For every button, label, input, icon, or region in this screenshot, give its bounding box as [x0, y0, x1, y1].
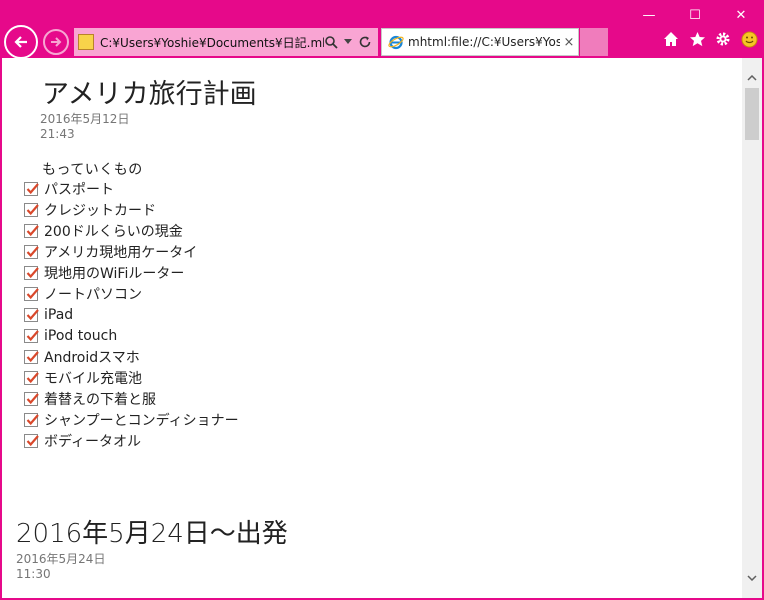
close-tab-icon[interactable]: ×	[560, 35, 578, 50]
checklist-item: 現地用のWiFiルーター	[24, 262, 239, 283]
arrow-right-icon	[51, 37, 62, 47]
checkbox[interactable]	[24, 349, 39, 364]
forward-button[interactable]	[43, 29, 69, 55]
checklist-item: ノートパソコン	[24, 283, 239, 304]
refresh-icon[interactable]	[358, 35, 372, 49]
checkbox[interactable]	[24, 181, 39, 196]
toolbar-icons	[662, 30, 758, 48]
note-time: 21:43	[40, 127, 75, 141]
checkbox[interactable]	[24, 307, 39, 322]
checklist-item-label: 着替えの下着と服	[44, 391, 156, 408]
address-text[interactable]: C:¥Users¥Yoshie¥Documents¥日記.mht	[100, 34, 324, 51]
checkmark-icon	[26, 350, 39, 362]
checkmark-icon	[26, 266, 39, 278]
checkmark-icon	[26, 287, 39, 299]
note-title: アメリカ旅行計画	[42, 79, 257, 110]
checklist-item-label: 200ドルくらいの現金	[44, 223, 183, 240]
checkbox[interactable]	[24, 433, 39, 448]
checkmark-icon	[26, 434, 39, 446]
checklist-item-label: ノートパソコン	[44, 286, 142, 303]
note-datetime: 2016年5月12日 21:43	[40, 112, 129, 142]
checklist-item-label: クレジットカード	[44, 202, 156, 219]
checklist-item-label: 現地用のWiFiルーター	[44, 265, 185, 282]
checklist-item-label: アメリカ現地用ケータイ	[44, 244, 198, 261]
checklist-item-label: iPad	[44, 306, 74, 323]
checkbox[interactable]	[24, 328, 39, 343]
checkbox[interactable]	[24, 370, 39, 385]
checkbox[interactable]	[24, 286, 39, 301]
section-date: 2016年5月24日	[16, 552, 106, 566]
checklist-item-label: パスポート	[44, 181, 114, 198]
checklist-item-label: iPod touch	[44, 327, 118, 344]
favorites-star-icon[interactable]	[688, 30, 706, 48]
checkmark-icon	[26, 329, 39, 341]
checklist-item: クレジットカード	[24, 199, 239, 220]
checkmark-icon	[26, 182, 39, 194]
note-date: 2016年5月12日	[40, 112, 130, 126]
checklist-item-label: モバイル充電池	[44, 370, 142, 387]
section-title: 2016年5月24日〜出発	[16, 519, 288, 549]
new-tab-button[interactable]	[580, 28, 608, 56]
tab-title: mhtml:file://C:¥Users¥Yoshi...	[408, 35, 560, 49]
scrollbar-thumb[interactable]	[745, 88, 759, 140]
checkbox[interactable]	[24, 265, 39, 280]
smiley-feedback-icon[interactable]	[740, 30, 758, 48]
page-content: アメリカ旅行計画 2016年5月12日 21:43 もっていくもの パスポートク…	[2, 58, 742, 598]
vertical-scrollbar[interactable]	[742, 58, 762, 598]
checkbox[interactable]	[24, 391, 39, 406]
checkmark-icon	[26, 413, 39, 425]
home-icon[interactable]	[662, 30, 680, 48]
checkbox[interactable]	[24, 412, 39, 427]
checklist-item: ボディータオル	[24, 430, 239, 451]
section-time: 11:30	[16, 567, 51, 581]
dropdown-icon[interactable]	[344, 39, 352, 45]
checklist-item: iPod touch	[24, 325, 239, 346]
arrow-left-icon	[14, 36, 27, 48]
settings-gear-icon[interactable]	[714, 30, 732, 48]
checkmark-icon	[26, 245, 39, 257]
checkmark-icon	[26, 203, 39, 215]
checklist-item: シャンプーとコンディショナー	[24, 409, 239, 430]
section-datetime: 2016年5月24日 11:30	[16, 552, 105, 582]
tab-active[interactable]: mhtml:file://C:¥Users¥Yoshi... ×	[381, 28, 579, 56]
checklist-item: 着替えの下着と服	[24, 388, 239, 409]
address-bar[interactable]: C:¥Users¥Yoshie¥Documents¥日記.mht	[74, 28, 378, 56]
checklist: パスポートクレジットカード 200ドルくらいの現金 アメリカ現地用ケータイ 現地用のW…	[24, 178, 239, 451]
checklist-item: 200ドルくらいの現金	[24, 220, 239, 241]
checklist-item: モバイル充電池	[24, 367, 239, 388]
navigation-bar: C:¥Users¥Yoshie¥Documents¥日記.mht mhtml:f…	[0, 22, 764, 59]
search-icon[interactable]	[324, 35, 338, 49]
checkmark-icon	[26, 308, 39, 320]
checkmark-icon	[26, 392, 39, 404]
checklist-item: アメリカ現地用ケータイ	[24, 241, 239, 262]
checkmark-icon	[26, 224, 39, 236]
checklist-item-label: Androidスマホ	[44, 349, 140, 366]
list-heading: もっていくもの	[42, 162, 143, 178]
back-button[interactable]	[4, 25, 38, 59]
scroll-up-icon[interactable]	[742, 68, 762, 88]
checklist-item-label: ボディータオル	[44, 433, 142, 450]
checkbox[interactable]	[24, 244, 39, 259]
internet-explorer-icon	[388, 35, 404, 50]
checklist-item: パスポート	[24, 178, 239, 199]
checkmark-icon	[26, 371, 39, 383]
checklist-item: Androidスマホ	[24, 346, 239, 367]
checkbox[interactable]	[24, 202, 39, 217]
checklist-item: iPad	[24, 304, 239, 325]
document-icon	[78, 34, 94, 50]
checklist-item-label: シャンプーとコンディショナー	[44, 412, 239, 429]
checkbox[interactable]	[24, 223, 39, 238]
scroll-down-icon[interactable]	[742, 568, 762, 588]
